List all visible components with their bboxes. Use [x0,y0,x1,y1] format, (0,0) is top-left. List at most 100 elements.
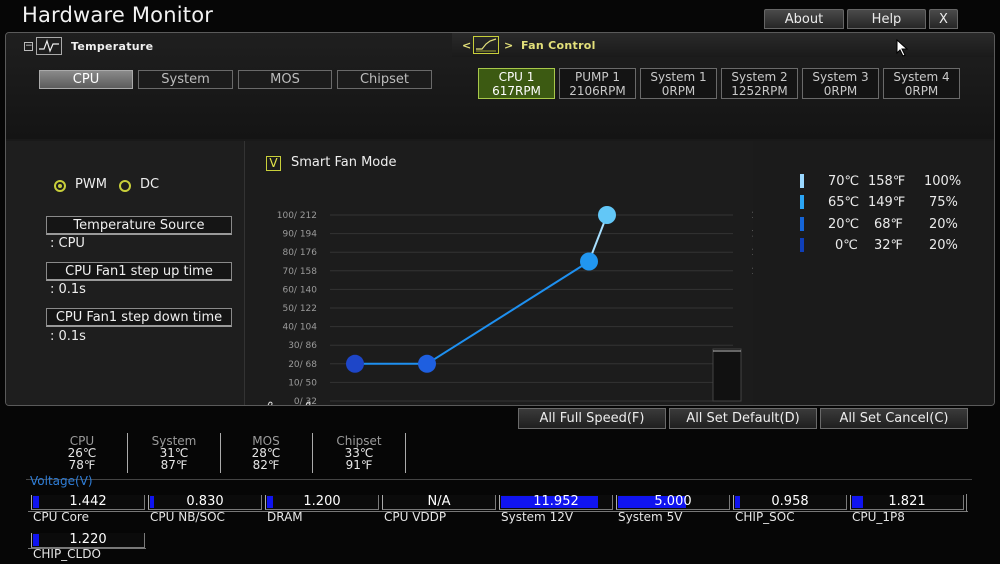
step-up-time-value: : 0.1s [50,282,86,297]
curve-point[interactable] [580,252,598,271]
voltage-bar-chip-soc: 0.958 [733,495,847,510]
collapse-icon[interactable]: − [24,42,33,51]
divider [405,433,406,473]
about-button[interactable]: About [764,9,844,29]
y-left-tick: 0/ 32 [294,397,317,406]
legend-temp-c: 65℃ [828,195,860,210]
legend-temp-c: 70℃ [828,174,860,189]
temperature-graph-icon [36,37,62,55]
voltage-value: 5.000 [654,494,692,509]
fan-name: System 2 [731,70,788,84]
fan-tab-system4[interactable]: System 4 0RPM [883,68,960,99]
all-full-speed-button[interactable]: All Full Speed(F) [518,408,666,429]
y-left-tick: 100/ 212 [277,211,317,221]
tab-mos[interactable]: MOS [238,70,332,89]
fan-rpm: 2106RPM [569,84,626,98]
legend-temp-f: 149℉ [868,195,906,210]
voltage-label-system-12v: System 12V [501,510,574,524]
fan-name: System 3 [812,70,869,84]
dc-radio[interactable] [119,180,131,192]
fan-name: CPU 1 [498,70,535,84]
step-down-time-button[interactable]: CPU Fan1 step down time [46,308,232,327]
legend-percent: 20% [929,238,958,253]
voltage-value: 11.952 [533,494,579,509]
legend-temp-f: 158℉ [868,174,906,189]
fan-tab-pump1[interactable]: PUMP 1 2106RPM [559,68,636,99]
smart-fan-label: Smart Fan Mode [291,155,397,170]
voltage-bar-cpu-core: 1.442 [31,495,145,510]
voltage-label-dram: DRAM [267,510,303,524]
divider [312,433,313,473]
y-left-tick: 70/ 158 [282,267,317,277]
y-left-tick: 10/ 50 [288,378,317,388]
legend-percent: 100% [924,174,962,189]
fan-arrow-right[interactable]: > [504,39,514,52]
voltage-value: 1.220 [69,532,107,547]
temperature-source-value: : CPU [50,236,85,251]
voltage-end-line [966,494,967,512]
voltage-top-line [26,479,972,480]
rpm-indicator [712,348,742,402]
step-down-time-value: : 0.1s [50,329,86,344]
temp-readout-chipset: Chipset 33℃ 91℉ [324,435,394,471]
legend-temp-f: 68℉ [874,217,903,232]
y-left-tick: 20/ 68 [288,360,317,370]
fan-curve-graph[interactable]: 100/ 212 15000 90/ 194 13500 80/ 176 12000 70/… [245,169,753,406]
legend-row: 70℃ 158℉ 100% [800,172,980,192]
fan-tab-system2[interactable]: System 2 1252RPM [721,68,798,99]
fan-control-title: Fan Control [521,39,596,52]
temp-readout-cpu: CPU 26℃ 78℉ [47,435,117,471]
pwm-label: PWM [75,177,107,192]
tab-cpu[interactable]: CPU [39,70,133,89]
y-right-tick: 12000 [751,248,753,258]
voltage-bar-chip-cldo: 1.220 [31,533,145,548]
close-button[interactable]: X [929,9,958,29]
legend-temp-f: 32℉ [874,238,903,253]
fan-tab-cpu1[interactable]: CPU 1 617RPM [478,68,555,99]
all-set-cancel-button[interactable]: All Set Cancel(C) [820,408,968,429]
divider [127,433,128,473]
fan-rpm: 1252RPM [731,84,788,98]
fan-rpm: 617RPM [492,84,541,98]
temperature-title: Temperature [71,40,154,53]
voltage-value: 1.200 [303,494,341,509]
app-title: Hardware Monitor [22,3,214,27]
voltage-value: 1.442 [69,494,107,509]
pwm-radio[interactable] [54,180,66,192]
voltage-value: 0.830 [186,494,224,509]
help-button[interactable]: Help [847,9,926,29]
y-left-tick: 80/ 176 [282,248,317,258]
curve-point[interactable] [346,354,364,373]
tab-system[interactable]: System [138,70,233,89]
temp-f: 82℉ [252,458,280,472]
voltage-bar-cpu-vddp: N/A [382,495,496,510]
main-panel: − Temperature < > Fan Control CPU System… [5,32,995,406]
all-set-default-button[interactable]: All Set Default(D) [669,408,817,429]
legend-row: 65℃ 149℉ 75% [800,193,980,213]
fan-arrow-left[interactable]: < [462,39,472,52]
y-right-tick: 10500 [751,267,753,277]
curve-point[interactable] [418,354,436,373]
step-up-time-button[interactable]: CPU Fan1 step up time [46,262,232,281]
legend-percent: 20% [929,217,958,232]
voltage-label-chip-cldo: CHIP_CLDO [33,547,101,561]
voltage-bar-system-12v: 11.952 [499,495,613,510]
fan-tab-system1[interactable]: System 1 0RPM [640,68,717,99]
mouse-cursor-icon [896,39,909,57]
fan-tab-system3[interactable]: System 3 0RPM [802,68,879,99]
y-left-tick: 40/ 104 [282,323,317,333]
y-left-tick: 90/ 194 [282,230,317,240]
tab-chipset[interactable]: Chipset [337,70,432,89]
temperature-source-button[interactable]: Temperature Source [46,216,232,235]
y-right-tick: 15000 [751,211,753,221]
voltage-label-chip-soc: CHIP_SOC [735,510,795,524]
fan-control-icon [473,36,499,54]
curve-point[interactable] [598,206,616,224]
voltage-label-cpu-1p8: CPU_1P8 [852,510,905,524]
fan-name: System 4 [893,70,950,84]
voltage-label-cpu-core: CPU Core [33,510,89,524]
divider [220,433,221,473]
legend-row: 0℃ 32℉ 20% [800,236,980,256]
voltage-value: 1.821 [888,494,926,509]
voltage-bar-system-5v: 5.000 [616,495,730,510]
